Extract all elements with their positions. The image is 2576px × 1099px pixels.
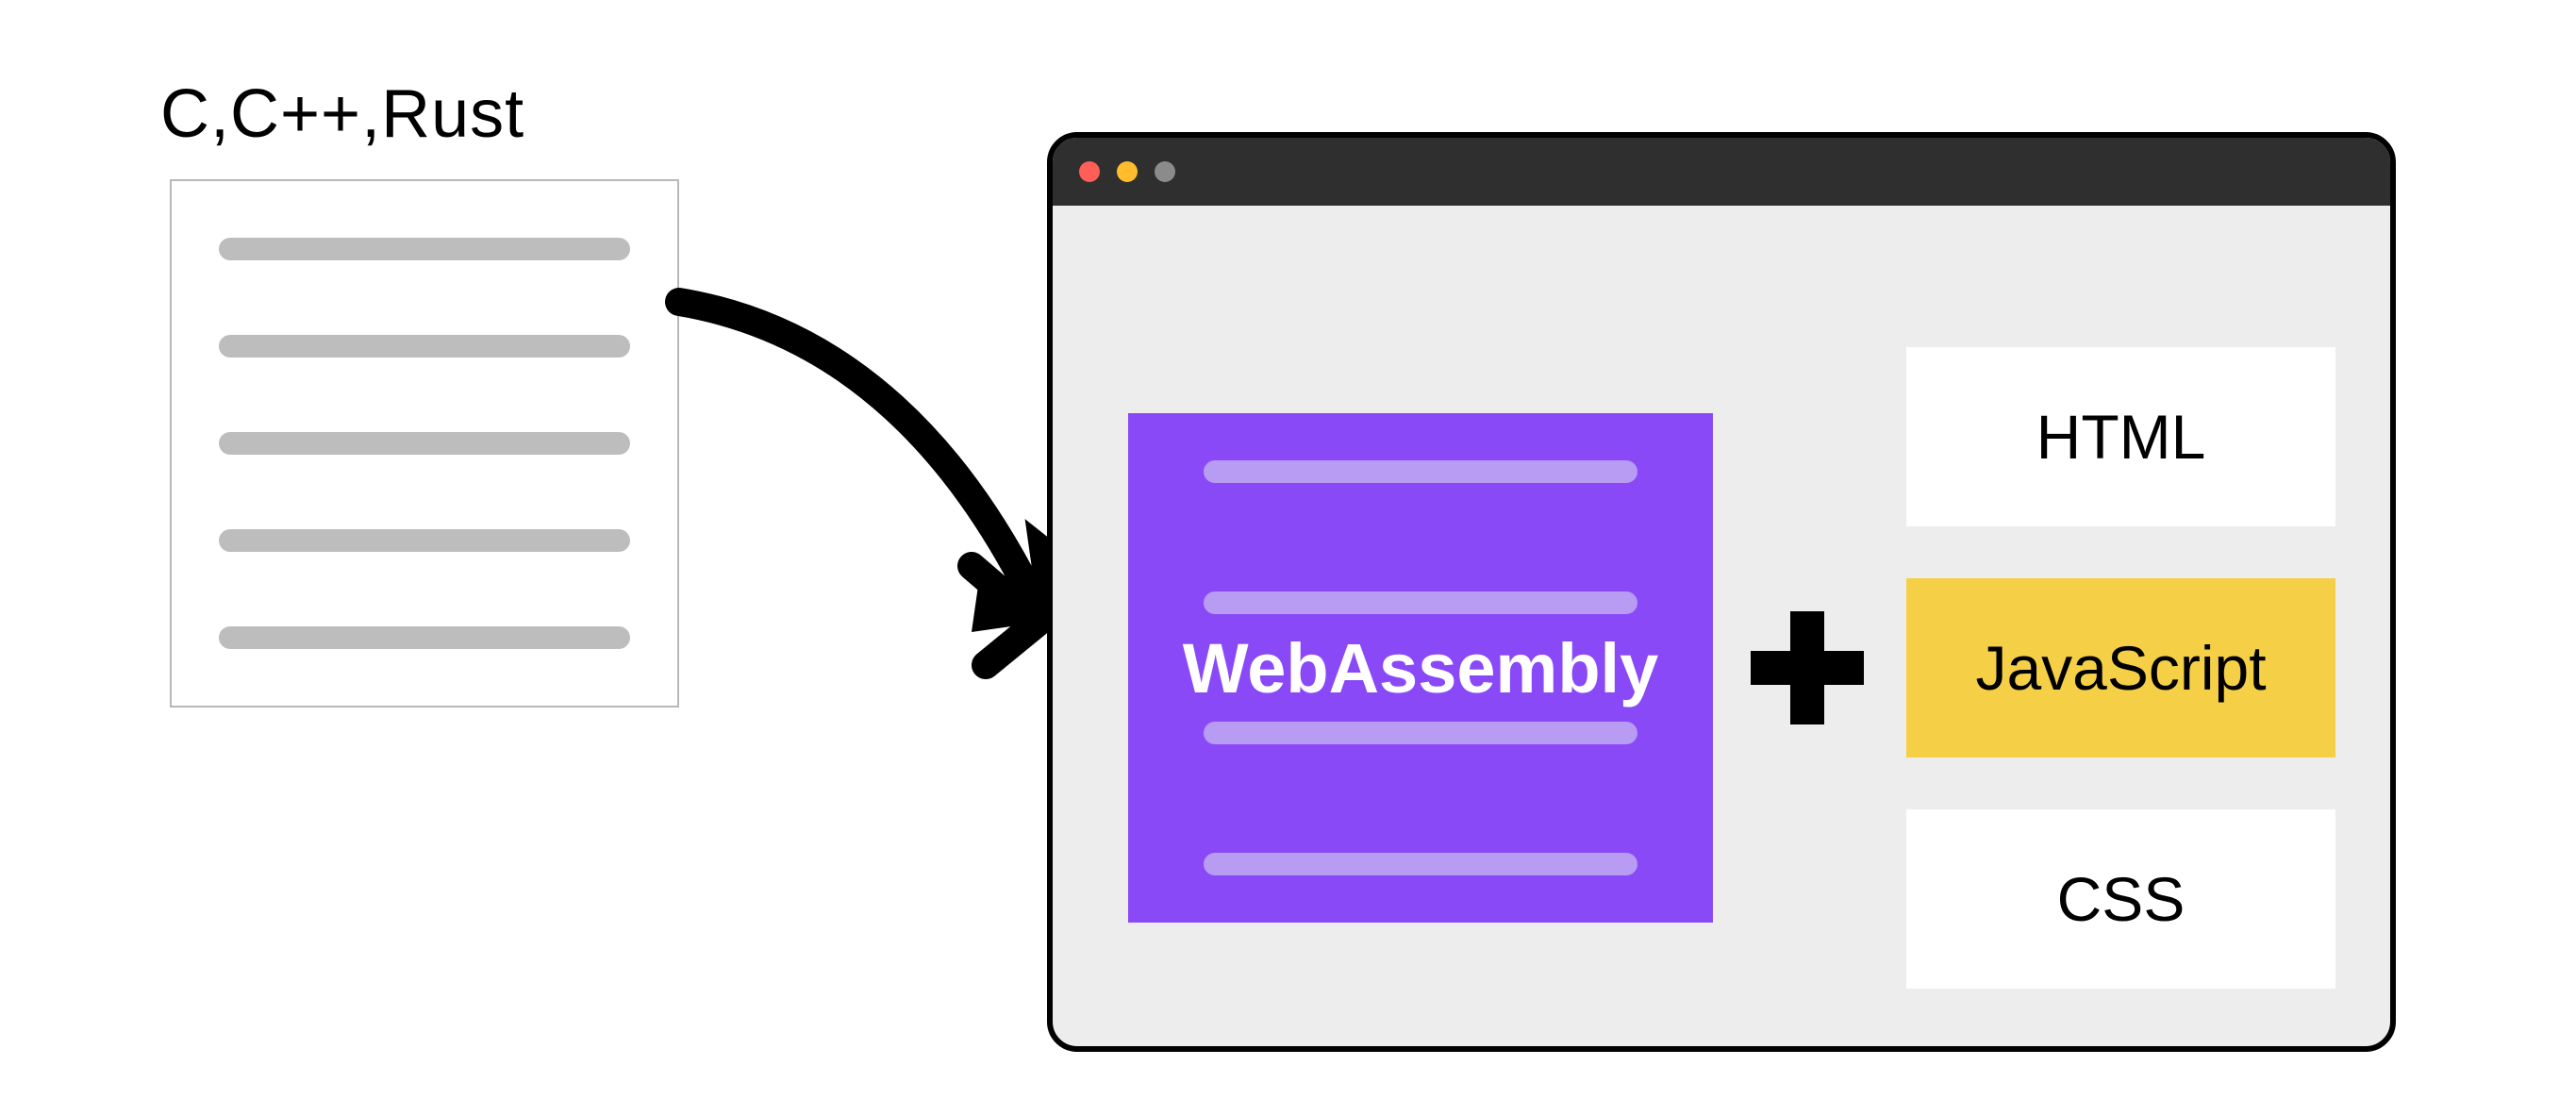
traffic-light-minimize-icon	[1117, 161, 1138, 182]
arrow-icon	[660, 283, 1104, 717]
traffic-light-maximize-icon	[1155, 161, 1175, 182]
webassembly-label: WebAssembly	[1183, 628, 1659, 708]
code-line-icon	[219, 626, 630, 649]
code-line-icon	[1204, 722, 1637, 744]
code-line-icon	[1204, 853, 1637, 875]
source-document-icon	[170, 179, 679, 708]
code-line-icon	[219, 529, 630, 552]
css-label: CSS	[2057, 863, 2185, 935]
javascript-label: JavaScript	[1975, 632, 2266, 704]
javascript-box: JavaScript	[1906, 578, 2335, 758]
diagram-stage: C,C++,Rust WebAssembly	[0, 0, 2576, 1099]
html-box: HTML	[1906, 347, 2335, 526]
window-title-bar	[1053, 138, 2390, 206]
browser-viewport: WebAssembly HTML JavaScript CSS	[1053, 206, 2390, 1046]
code-line-icon	[1204, 591, 1637, 614]
code-line-icon	[1204, 460, 1637, 483]
css-box: CSS	[1906, 809, 2335, 989]
code-line-icon	[219, 432, 630, 455]
source-languages-label: C,C++,Rust	[160, 75, 524, 153]
browser-window-icon: WebAssembly HTML JavaScript CSS	[1047, 132, 2396, 1052]
code-line-icon	[219, 238, 630, 260]
webassembly-box: WebAssembly	[1128, 413, 1713, 923]
html-label: HTML	[2036, 401, 2206, 473]
traffic-light-close-icon	[1079, 161, 1100, 182]
plus-icon	[1751, 611, 1864, 724]
code-line-icon	[219, 335, 630, 358]
